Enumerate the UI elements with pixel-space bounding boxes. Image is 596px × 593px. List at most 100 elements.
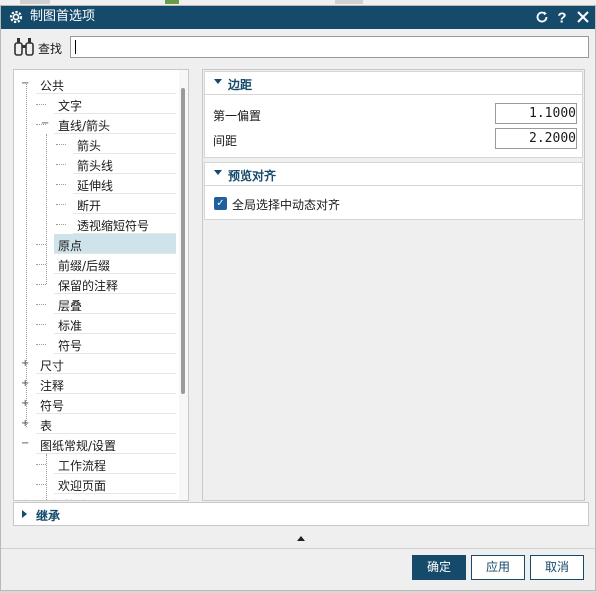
tree-guide-line [26,84,27,427]
preferences-tree: − 公共 文字 − 直线/箭头 箭头 箭头线 延伸线 断开 透视缩短符号 原点 前缀/后缀 保留的注释层… [13,69,189,501]
tree-connector [36,264,46,265]
search-label: 查找 [38,42,63,56]
tree-item[interactable]: 工作流程 [14,454,176,474]
tree-item-label: 公共 [40,79,65,93]
tree-item[interactable]: + 表 [14,414,176,434]
inherit-group[interactable]: 继承 [13,502,589,526]
first-offset-input[interactable]: 1.1000 [495,103,577,124]
tree-scrollbar[interactable] [179,70,188,500]
cancel-button[interactable]: 取消 [530,555,584,580]
tree-connector [36,104,46,105]
background-fragment [165,0,179,4]
tree-connector [36,304,46,305]
collapse-icon[interactable]: − [41,119,49,129]
margin-group-header[interactable]: 边距 [205,72,582,95]
tree-item-label: 前缀/后缀 [58,259,111,273]
tree-item[interactable]: + 尺寸 [14,354,176,374]
tree-item-label: 尺寸 [40,359,65,373]
tree-item[interactable]: 箭头线 [14,154,176,174]
tree-item[interactable]: 符号 [14,334,176,354]
tree-connector [36,484,46,485]
collapse-up-icon[interactable] [297,536,305,541]
collapse-icon[interactable]: − [21,439,29,449]
tree-item[interactable]: 欢迎页面 [14,474,176,494]
search-input[interactable] [70,36,589,58]
tree-item-label: 延伸线 [77,179,114,193]
drafting-preferences-dialog: 制图首选项 ? 查找 − 公共 文字 − 直线/箭头 箭头 箭头线 延伸线 断开 透视缩短符号 原点… [0,5,596,591]
group-header-divider [205,94,582,95]
background-fragment [20,0,50,4]
collapse-triangle-icon [214,79,222,84]
tree-connector [56,204,66,205]
tree-connector [36,464,46,465]
tree-item[interactable]: 箭头 [14,134,176,154]
collapse-triangle-icon [214,170,222,175]
expand-icon[interactable]: + [21,499,29,501]
dialog-title: 制图首选项 [30,9,96,24]
tree-item[interactable]: + 注释 [14,374,176,394]
tree-item-label: 欢迎页面 [58,479,107,493]
tree-item[interactable]: 延伸线 [14,174,176,194]
tree-connector [56,184,66,185]
tree-item[interactable]: − 直线/箭头 [14,114,176,134]
tree-item-label: 透视缩短符号 [77,219,150,233]
tree-connector [36,284,46,285]
tree-item[interactable]: 层叠 [14,294,176,314]
tree-item[interactable]: 透视缩短符号 [14,214,176,234]
expand-triangle-icon [22,510,27,518]
inherit-group-title: 继承 [36,509,61,523]
tree-connector [36,344,46,345]
tree-guide-line [46,454,47,500]
gear-icon [9,10,23,24]
tree-item[interactable]: + 符号 [14,394,176,414]
spacing-label: 间距 [213,134,238,148]
tree-item-label: 保留的注释 [58,279,119,293]
tree-item-label: 文字 [58,99,83,113]
tree-item[interactable]: + 图纸格式 [14,494,176,501]
dynamic-align-checkbox[interactable]: ✓ [214,197,227,210]
tree-item-label: 断开 [77,199,102,213]
ok-button[interactable]: 确定 [412,555,466,580]
tree-item-label: 工作流程 [58,459,107,473]
preview-alignment-title: 预览对齐 [228,169,277,183]
tree-item[interactable]: 断开 [14,194,176,214]
reset-icon[interactable] [534,9,550,25]
margin-group-title: 边距 [228,78,253,92]
tree-item-label: 符号 [58,339,83,353]
footer-divider [1,548,595,549]
tree-item-label: 图纸常规/设置 [40,439,117,453]
tree-item[interactable]: 前缀/后缀 [14,254,176,274]
tree-item-label: 标准 [58,319,83,333]
dynamic-align-label: 全局选择中动态对齐 [232,198,341,212]
tree-connector [56,144,66,145]
tree-item-label: 层叠 [58,299,83,313]
tree-item-label: 直线/箭头 [58,119,111,133]
tree-connector [36,324,46,325]
preview-alignment-header[interactable]: 预览对齐 [205,163,582,186]
tree-item[interactable]: − 公共 [14,74,176,94]
spacing-input[interactable]: 2.2000 [495,128,577,149]
tree-item-label: 符号 [40,399,65,413]
close-icon[interactable] [575,9,591,25]
first-offset-label: 第一偏置 [213,109,262,123]
background-fragment [335,0,363,4]
tree-item[interactable]: 文字 [14,94,176,114]
tree-item[interactable]: 保留的注释 [14,274,176,294]
margin-group: 边距 第一偏置 1.1000 间距 2.2000 [204,71,583,158]
apply-button[interactable]: 应用 [471,555,525,580]
tree-connector [36,244,46,245]
tree-item[interactable]: 原点 [14,234,176,254]
tree-item-label: 原点 [58,239,83,253]
tree-connector [56,164,66,165]
help-icon[interactable]: ? [554,9,570,26]
binoculars-icon [14,38,34,56]
tree-connector [56,224,66,225]
title-bar: 制图首选项 ? [1,6,595,29]
tree-scrollbar-thumb[interactable] [181,88,185,394]
tree-item[interactable]: − 图纸常规/设置 [14,434,176,454]
tree-item-label: 箭头 [77,139,102,153]
tree-guide-line [46,134,47,284]
tree-item-label: 箭头线 [77,159,114,173]
tree-item[interactable]: 标准 [14,314,176,334]
tree-item-label: 注释 [40,379,65,393]
